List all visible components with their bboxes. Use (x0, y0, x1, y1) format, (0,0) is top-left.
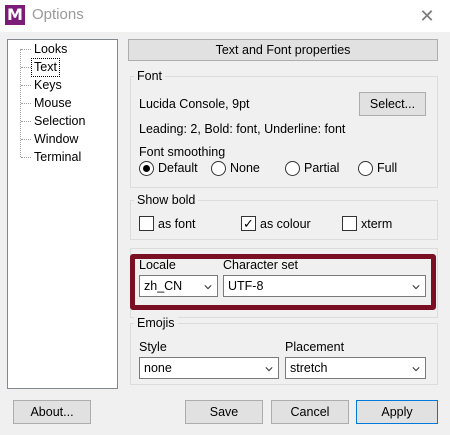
about-button[interactable]: About... (13, 400, 91, 424)
show-bold-label: Show bold (134, 193, 199, 207)
window-title: Options (32, 6, 84, 23)
tree-item-looks[interactable]: Looks (32, 41, 69, 58)
bold-xterm-label: xterm (361, 217, 393, 231)
smoothing-default-label: Default (158, 161, 198, 175)
emoji-style-value: none (144, 361, 172, 375)
tree-item-window[interactable]: Window (32, 131, 80, 148)
emoji-placement-select[interactable]: stretch (285, 357, 426, 379)
locale-value: zh_CN (144, 279, 183, 293)
chevron-down-icon (265, 367, 273, 372)
chevron-down-icon (412, 285, 420, 290)
tree-connector (21, 67, 31, 68)
charset-value: UTF-8 (228, 279, 264, 293)
tree-item-keys[interactable]: Keys (32, 77, 64, 94)
smoothing-full-radio[interactable] (358, 161, 373, 176)
category-tree[interactable]: Looks Text Keys Mouse Selection Window T… (7, 39, 118, 389)
close-icon[interactable]: ✕ (412, 2, 442, 30)
font-details: Leading: 2, Bold: font, Underline: font (139, 122, 346, 136)
chevron-down-icon (204, 285, 212, 290)
tree-item-selection[interactable]: Selection (32, 113, 87, 130)
tree-connector (21, 103, 31, 104)
font-group-label: Font (134, 69, 166, 83)
smoothing-none-radio[interactable] (211, 161, 226, 176)
font-name: Lucida Console, 9pt (139, 97, 250, 111)
tree-item-terminal[interactable]: Terminal (32, 149, 83, 166)
font-smoothing-label: Font smoothing (139, 145, 226, 159)
bold-as-colour-label: as colour (260, 217, 311, 231)
bold-as-colour-checkbox[interactable]: ✓ (241, 216, 256, 231)
emoji-style-select[interactable]: none (139, 357, 279, 379)
smoothing-default-radio[interactable] (139, 161, 154, 176)
cancel-button[interactable]: Cancel (271, 400, 349, 424)
title-bar: M Options ✕ (0, 0, 450, 32)
tree-connector (21, 157, 31, 158)
tree-item-mouse[interactable]: Mouse (32, 95, 74, 112)
bold-as-font-label: as font (158, 217, 196, 231)
smoothing-none-label: None (230, 161, 260, 175)
apply-button[interactable]: Apply (356, 400, 438, 424)
bold-as-font-checkbox[interactable] (139, 216, 154, 231)
tree-connector (21, 49, 31, 50)
smoothing-full-label: Full (377, 161, 398, 175)
tree-connector (21, 139, 31, 140)
charset-select[interactable]: UTF-8 (223, 275, 426, 297)
emojis-label: Emojis (134, 316, 178, 330)
chevron-down-icon (412, 367, 420, 372)
bold-xterm-checkbox[interactable] (342, 216, 357, 231)
app-icon: M (5, 5, 25, 25)
save-button[interactable]: Save (185, 400, 263, 424)
locale-label: Locale (139, 258, 176, 272)
style-label: Style (139, 340, 167, 354)
select-font-button[interactable]: Select... (359, 92, 426, 116)
emoji-placement-value: stretch (290, 361, 328, 375)
charset-label: Character set (223, 258, 299, 272)
tree-item-text[interactable]: Text (31, 58, 60, 77)
locale-select[interactable]: zh_CN (139, 275, 218, 297)
smoothing-partial-radio[interactable] (285, 161, 300, 176)
tree-connector (21, 121, 31, 122)
panel-title: Text and Font properties (128, 39, 438, 61)
placement-label: Placement (285, 340, 345, 354)
smoothing-partial-label: Partial (304, 161, 340, 175)
tree-connector (21, 85, 31, 86)
